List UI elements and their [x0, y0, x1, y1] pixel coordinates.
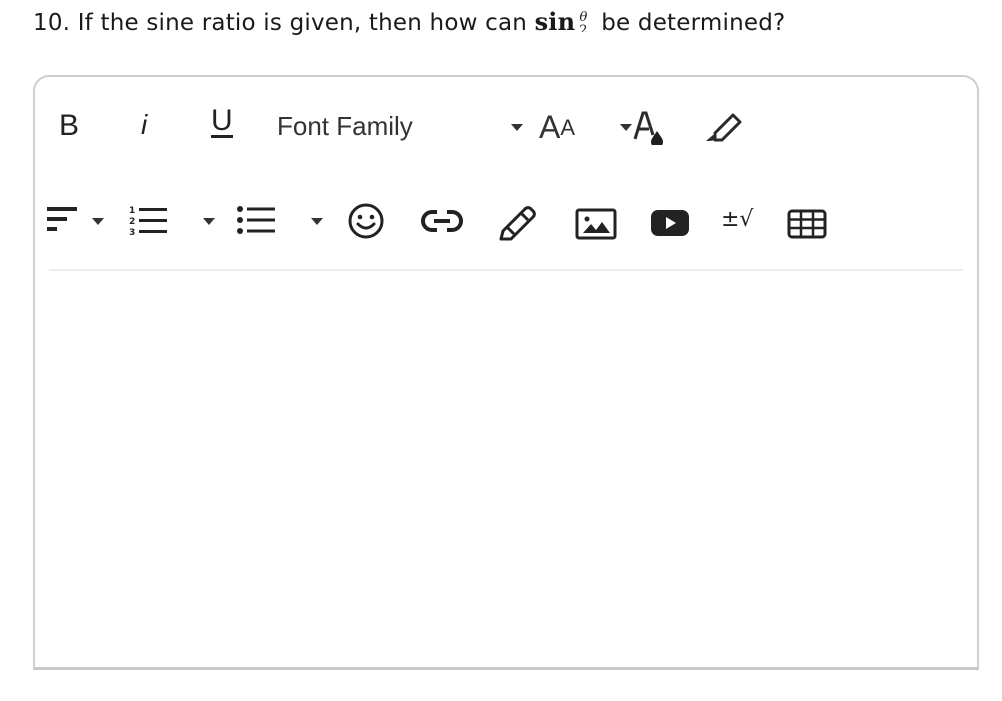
table-button[interactable] — [787, 209, 827, 239]
bullet-list-caret-icon[interactable] — [311, 218, 323, 225]
video-button[interactable] — [650, 208, 690, 238]
link-button[interactable] — [421, 208, 463, 234]
question-suffix: be determined? — [593, 10, 786, 36]
fraction-numerator: θ — [579, 10, 588, 25]
image-button[interactable] — [575, 208, 617, 240]
emoji-button[interactable] — [347, 202, 385, 240]
highlighter-icon — [706, 113, 742, 142]
font-family-caret-icon[interactable] — [511, 124, 523, 131]
font-size-dropdown[interactable]: AA — [539, 109, 575, 146]
bullet-list-button[interactable] — [235, 203, 279, 237]
math-equation-button[interactable]: ±√ — [721, 207, 753, 232]
underline-button[interactable]: U — [211, 104, 233, 138]
rich-text-editor: B i U Font Family AA 123 ±√ — [33, 75, 979, 670]
font-size-big-a: A — [539, 109, 561, 145]
link-icon — [421, 210, 463, 232]
table-icon — [787, 209, 827, 239]
image-icon — [575, 208, 617, 240]
question-prefix: 10. If the sine ratio is given, then how… — [33, 10, 535, 36]
bold-button[interactable]: B — [59, 109, 79, 143]
numbered-list-icon: 123 — [129, 206, 167, 237]
svg-text:3: 3 — [129, 228, 135, 237]
bullet-list-icon — [237, 206, 275, 234]
video-play-icon — [651, 210, 689, 236]
align-left-icon — [47, 207, 77, 231]
toolbar-divider — [49, 269, 963, 271]
font-color-button[interactable] — [631, 109, 667, 145]
align-button[interactable] — [45, 204, 81, 234]
draw-button[interactable] — [497, 203, 537, 241]
numbered-list-caret-icon[interactable] — [203, 218, 215, 225]
font-size-small-a: A — [560, 114, 576, 140]
align-caret-icon[interactable] — [92, 218, 104, 225]
fraction-denominator: 2 — [579, 24, 588, 32]
smiley-icon — [348, 203, 384, 239]
italic-button[interactable]: i — [141, 109, 147, 141]
pencil-icon — [499, 206, 536, 241]
highlight-button[interactable] — [703, 111, 743, 145]
font-color-icon — [633, 111, 663, 145]
svg-text:1: 1 — [129, 206, 135, 216]
svg-text:2: 2 — [129, 217, 135, 227]
math-fraction: θ2 — [579, 11, 587, 32]
numbered-list-button[interactable]: 123 — [127, 203, 171, 237]
font-family-dropdown[interactable]: Font Family — [277, 111, 413, 142]
math-sin: sin — [534, 7, 576, 36]
editor-content-area[interactable] — [49, 277, 963, 657]
underline-label: U — [211, 104, 233, 138]
question-text: 10. If the sine ratio is given, then how… — [33, 6, 785, 39]
